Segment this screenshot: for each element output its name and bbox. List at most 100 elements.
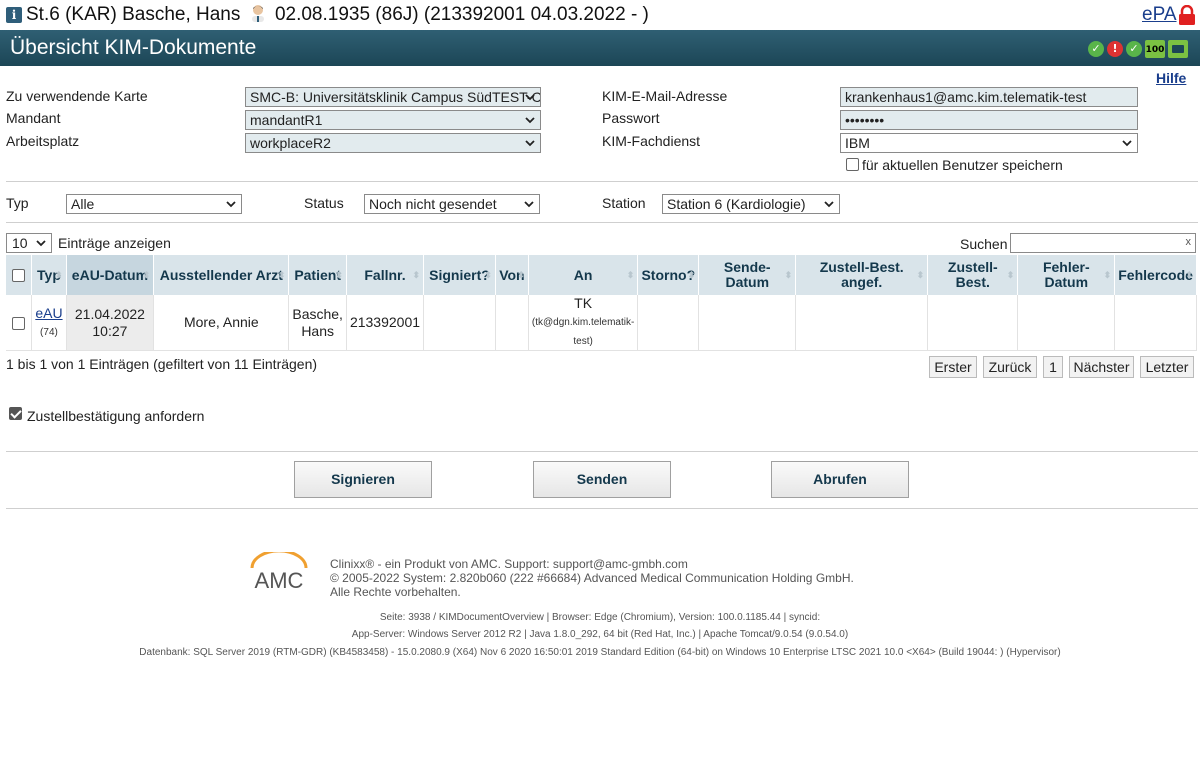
counter-badge-icon[interactable]: 100 (1145, 40, 1165, 58)
footer-line-2: © 2005-2022 System: 2.820b060 (222 #6668… (330, 571, 854, 585)
chevron-down-icon (525, 117, 535, 124)
epa-link[interactable]: ePA (1142, 4, 1177, 26)
service-select-value: IBM (845, 135, 870, 151)
row-select-cell (6, 295, 33, 351)
page-size-value: 10 (12, 235, 28, 251)
divider (6, 222, 1198, 223)
col-error-date[interactable]: Fehler-Datum ⬍ (1017, 255, 1116, 295)
col-signed[interactable]: Signiert? ⬍ (423, 255, 496, 295)
search-label: Suchen (960, 236, 1008, 252)
cell-storno (637, 295, 700, 351)
sort-icon: ⬍ (517, 270, 525, 280)
search-clear-icon[interactable]: x (1186, 234, 1192, 251)
table-header-row: Typ ⬍ eAU-Datum ⬍ Ausstellender Arzt ⬍ Pati… (6, 255, 1197, 295)
footer-info-2: App-Server: Windows Server 2012 R2 | Jav… (351, 629, 849, 640)
sort-icon: ⬍ (142, 270, 151, 280)
info-icon[interactable]: i (6, 7, 22, 23)
col-error-code[interactable]: Fehlercode ⬍ (1114, 255, 1197, 295)
select-all-checkbox[interactable] (12, 269, 26, 283)
cell-to-detail: (tk@dgn.kim.telematik-test) (531, 317, 635, 347)
chevron-down-icon (525, 94, 535, 101)
col-doctor[interactable]: Ausstellender Arzt ⬍ (153, 255, 290, 295)
email-field[interactable]: krankenhaus1@amc.kim.telematik-test (840, 87, 1138, 107)
col-eau-date-label: eAU-Datum (71, 266, 149, 283)
sort-icon: ⬍ (277, 270, 286, 280)
doc-type-link[interactable]: eAU (35, 305, 62, 321)
delivery-ack-checkbox[interactable] (9, 407, 22, 420)
password-label: Passwort (602, 110, 660, 126)
check-status-icon-2[interactable]: ✓ (1126, 41, 1142, 57)
check-status-icon[interactable]: ✓ (1088, 41, 1104, 57)
chevron-down-icon (525, 140, 535, 147)
password-field[interactable]: •••••••• (840, 110, 1138, 130)
page-size-select[interactable]: 10 (6, 233, 52, 253)
send-button[interactable]: Senden (533, 461, 671, 498)
cell-patient: Basche, Hans (288, 295, 347, 351)
divider (6, 181, 1198, 182)
status-icons: ✓ ! ✓ 100 (1088, 38, 1188, 60)
cell-send-date (698, 295, 797, 351)
sign-button[interactable]: Signieren (294, 461, 432, 498)
patient-header: St.6 (KAR) Basche, Hans 02.08.1935 (86J)… (26, 4, 649, 26)
service-select[interactable]: IBM (840, 133, 1138, 153)
col-ack[interactable]: Zustell-Best. ⬍ (927, 255, 1019, 295)
search-input[interactable]: x (1010, 233, 1196, 253)
pager-first-button[interactable]: Erster (929, 356, 977, 378)
table-row[interactable]: eAU (74) 21.04.2022 10:27 More, Annie Ba… (6, 295, 1197, 351)
card-select[interactable]: SMC-B: Universitätsklinik Campus SüdTEST… (245, 87, 541, 107)
doc-type-count: (74) (40, 326, 58, 338)
alert-status-icon[interactable]: ! (1107, 41, 1123, 57)
status-filter-select[interactable]: Noch nicht gesendet (364, 194, 540, 214)
sort-icon: ⬍ (1185, 270, 1193, 280)
type-filter-select[interactable]: Alle (66, 194, 242, 214)
cell-date: 21.04.2022 (74, 305, 145, 322)
doctor-avatar-icon (251, 5, 264, 22)
pager-prev-button[interactable]: Zurück (983, 356, 1037, 378)
pager-next-button[interactable]: Nächster (1069, 356, 1134, 378)
chevron-down-icon (524, 201, 534, 208)
col-send-date[interactable]: Sende-Datum ⬍ (698, 255, 797, 295)
pager-page-1-button[interactable]: 1 (1043, 356, 1063, 378)
status-filter-value: Noch nicht gesendet (369, 196, 497, 212)
sort-icon: ⬍ (1103, 270, 1112, 280)
workplace-label: Arbeitsplatz (6, 133, 80, 149)
footer-line-1: Clinixx® - ein Produkt von AMC. Support:… (330, 557, 688, 571)
mandant-select[interactable]: mandantR1 (245, 110, 541, 130)
save-user-label: für aktuellen Benutzer speichern (862, 157, 1063, 173)
col-ack-requested[interactable]: Zustell-Best. angef. ⬍ (795, 255, 929, 295)
patient-header-prefix: St.6 (KAR) Basche, Hans (26, 4, 241, 25)
sort-icon: ⬍ (335, 270, 343, 280)
divider (6, 508, 1198, 509)
help-link[interactable]: Hilfe (1156, 70, 1186, 86)
service-label: KIM-Fachdienst (602, 133, 701, 149)
lock-icon[interactable] (1178, 5, 1196, 25)
sort-icon: ⬍ (1006, 270, 1015, 280)
col-typ[interactable]: Typ ⬍ (31, 255, 67, 295)
save-user-checkbox[interactable] (846, 158, 859, 171)
col-patient[interactable]: Patient ⬍ (288, 255, 347, 295)
station-filter-select[interactable]: Station 6 (Kardiologie) (662, 194, 840, 214)
health-card-icon[interactable] (1168, 40, 1188, 58)
card-select-value: SMC-B: Universitätsklinik Campus SüdTEST… (250, 89, 541, 105)
col-case-no[interactable]: Fallnr. ⬍ (346, 255, 425, 295)
select-all-header (6, 255, 33, 295)
status-filter-label: Status (304, 195, 344, 211)
col-storno[interactable]: Storno? ⬍ (637, 255, 700, 295)
cell-signed (423, 295, 496, 351)
patient-header-suffix: 02.08.1935 (86J) (213392001 04.03.2022 -… (274, 4, 649, 25)
col-to[interactable]: An ⬍ (528, 255, 639, 295)
chevron-down-icon (226, 201, 236, 208)
cell-eau-date: 21.04.2022 10:27 (66, 295, 155, 351)
pager-last-button[interactable]: Letzter (1140, 356, 1194, 378)
col-eau-date[interactable]: eAU-Datum ⬍ (66, 255, 155, 295)
row-checkbox[interactable] (12, 316, 26, 330)
col-from[interactable]: Von ⬍ (495, 255, 529, 295)
amc-logo: AMC (250, 552, 308, 593)
workplace-select-value: workplaceR2 (250, 135, 331, 151)
title-bar: Übersicht KIM-Dokumente ✓ ! ✓ 100 (0, 30, 1200, 66)
fetch-button[interactable]: Abrufen (771, 461, 909, 498)
workplace-select[interactable]: workplaceR2 (245, 133, 541, 153)
chevron-down-icon (36, 240, 46, 247)
cell-case-no: 213392001 (346, 295, 425, 351)
station-filter-value: Station 6 (Kardiologie) (667, 196, 806, 212)
